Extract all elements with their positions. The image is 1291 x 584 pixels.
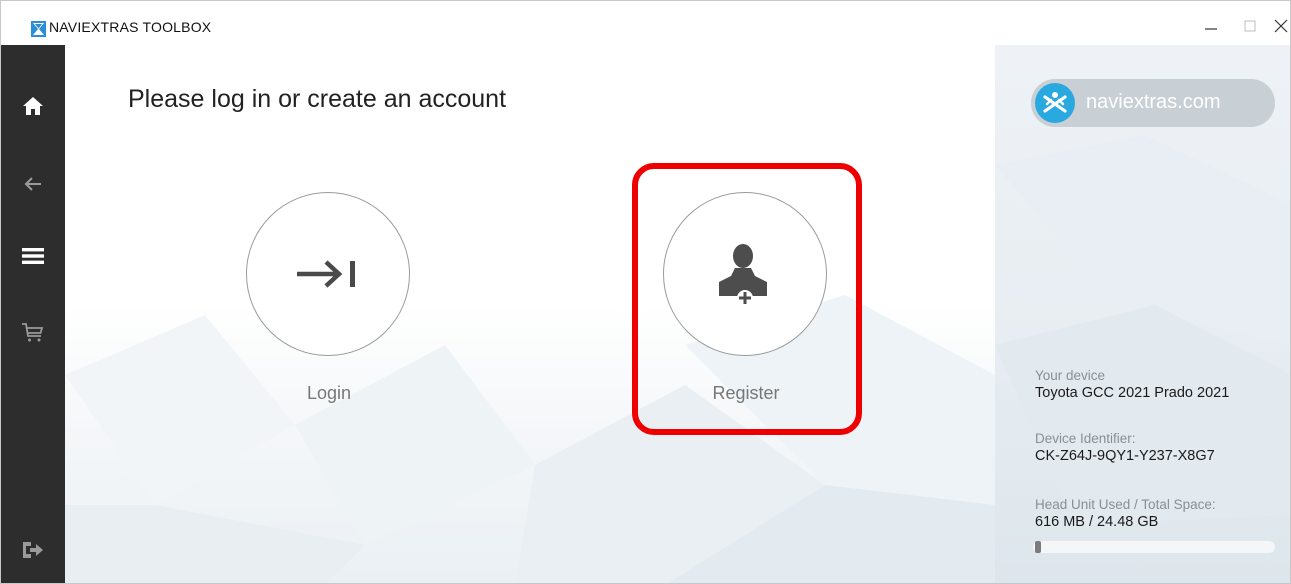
device-value: Toyota GCC 2021 Prado 2021 <box>1035 385 1230 401</box>
sidebar-item-home[interactable] <box>1 81 65 131</box>
cart-icon <box>22 323 44 342</box>
sidebar-item-logout[interactable] <box>1 525 65 575</box>
device-identifier-label: Device Identifier: <box>1035 431 1136 446</box>
close-button[interactable] <box>1261 9 1290 43</box>
storage-progress-fill <box>1035 541 1041 553</box>
naviextras-brand-text: naviextras.com <box>1086 91 1221 113</box>
device-identifier-value: CK-Z64J-9QY1-Y237-X8G7 <box>1035 448 1215 464</box>
naviextras-logo-icon <box>1035 83 1075 123</box>
maximize-icon <box>1244 20 1256 32</box>
login-button[interactable]: Login <box>246 192 412 403</box>
title-bar: NAVIEXTRAS TOOLBOX <box>1 1 1290 45</box>
close-icon <box>1274 19 1288 33</box>
sidebar <box>1 45 65 583</box>
back-arrow-icon <box>24 177 41 191</box>
minimize-button[interactable] <box>1191 9 1231 43</box>
menu-icon <box>22 248 44 264</box>
space-value: 616 MB / 24.48 GB <box>1035 514 1159 530</box>
main-content: Please log in or create an account Login <box>65 45 995 583</box>
home-icon <box>23 97 43 115</box>
sidebar-item-back[interactable] <box>1 159 65 209</box>
app-window: NAVIEXTRAS TOOLBOX Please log in or crea… <box>0 0 1291 584</box>
device-panel: naviextras.com Your device Toyota GCC 20… <box>995 45 1290 583</box>
minimize-icon <box>1205 28 1217 30</box>
device-label: Your device <box>1035 368 1106 383</box>
login-arrow-icon <box>297 260 355 288</box>
storage-progress-bar <box>1033 541 1275 553</box>
window-title: NAVIEXTRAS TOOLBOX <box>49 19 212 35</box>
logout-icon <box>23 542 43 558</box>
page-title: Please log in or create an account <box>128 85 507 113</box>
naviextras-link[interactable]: naviextras.com <box>1031 79 1275 127</box>
app-logo-icon <box>31 21 46 37</box>
space-label: Head Unit Used / Total Space: <box>1035 497 1216 512</box>
login-label: Login <box>306 383 352 403</box>
register-highlight-box <box>632 163 862 435</box>
sidebar-item-cart[interactable] <box>1 307 65 357</box>
login-circle[interactable] <box>246 192 410 356</box>
sidebar-item-menu[interactable] <box>1 231 65 281</box>
